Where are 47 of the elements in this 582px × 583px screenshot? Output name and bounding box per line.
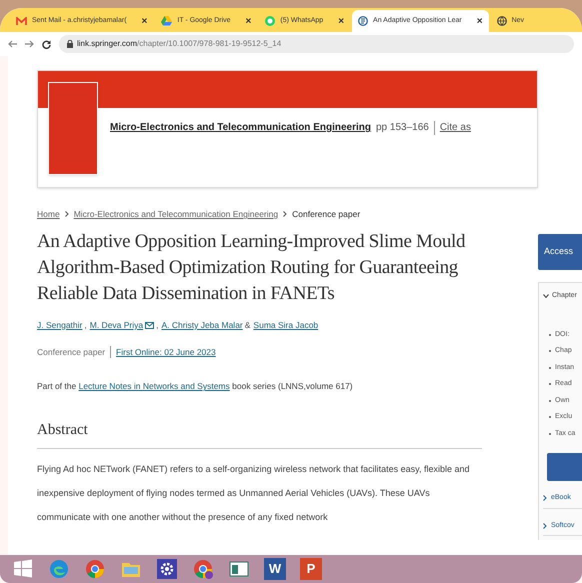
slides-icon[interactable]: P <box>300 558 322 580</box>
address-bar[interactable]: link.springer.com/chapter/10.1007/978-981-19-9512-5_14 <box>59 35 574 53</box>
separator: , <box>84 318 87 332</box>
author-link[interactable]: J. Sengathir <box>37 318 82 332</box>
browser-icon[interactable] <box>192 558 214 580</box>
close-icon[interactable]: × <box>476 14 483 28</box>
browser-icon[interactable] <box>84 558 106 580</box>
windows-icon[interactable] <box>12 558 34 580</box>
series-link[interactable]: Lecture Notes in Networks and Systems <box>78 381 230 392</box>
online-date-link[interactable]: First Online: 02 June 2023 <box>116 346 216 358</box>
breadcrumb-current: Conference paper <box>292 208 360 221</box>
access-button[interactable]: Access <box>538 234 582 270</box>
close-icon[interactable]: × <box>246 14 252 28</box>
forward-icon[interactable] <box>25 40 34 48</box>
content-type: Conference paper <box>37 346 106 358</box>
abstract-heading: Abstract <box>37 419 482 448</box>
cite-link[interactable]: Cite as <box>440 120 471 135</box>
breadcrumb-link[interactable]: Home <box>37 208 60 221</box>
mail-icon <box>16 16 27 26</box>
close-icon[interactable]: × <box>338 14 344 28</box>
chat-icon <box>265 16 276 26</box>
book-title-link[interactable]: Micro-Electronics and Telecommunication Engineering <box>110 120 371 135</box>
close-icon[interactable]: × <box>142 14 148 28</box>
page-icon <box>358 16 368 26</box>
reload-icon[interactable] <box>42 40 51 48</box>
chapter-title: An Adaptive Opposition Learning-Improved Slime Mould Algorithm-Based Optimization Routing for Guaranteeing Reliable Data Dissemination in FANETs <box>37 230 466 306</box>
chevron-icon <box>64 211 69 218</box>
settings-icon[interactable] <box>156 558 178 580</box>
back-icon[interactable] <box>8 40 17 48</box>
author-link[interactable]: M. Deva Priya <box>90 318 144 332</box>
separator: & <box>244 318 250 332</box>
page-range: pp 153–166 <box>376 121 429 135</box>
breadcrumb-link[interactable]: Micro-Electronics and Telecommunication Engineering <box>74 208 278 221</box>
separator: , <box>156 318 158 332</box>
mail-icon[interactable] <box>145 322 154 329</box>
globe-icon <box>496 16 507 26</box>
triangle-icon <box>161 16 172 26</box>
chevron-icon <box>543 522 547 529</box>
word-icon[interactable]: W <box>264 558 286 580</box>
chevron-icon <box>543 495 547 502</box>
author-link[interactable]: Suma Sira Jacob <box>253 318 318 332</box>
series-line: Part of the Lecture Notes in Networks and Systems book series (LNNS,volume 617) <box>37 380 354 393</box>
lock-icon <box>67 40 73 48</box>
chevron-down-icon[interactable] <box>543 294 549 298</box>
chevron-icon <box>283 211 288 218</box>
abstract-text: Flying Ad hoc NETwork (FANET) refers to a self-organizing wireless network that facilitates easy, flexible and inexpensive deployment of flying nodes termed as Unmanned Aerial Vehicles (UAVs). These UAVs communicate with one another without the presence of any fixed network <box>37 462 471 524</box>
author-link[interactable]: A. Christy Jeba Malar <box>162 318 243 332</box>
